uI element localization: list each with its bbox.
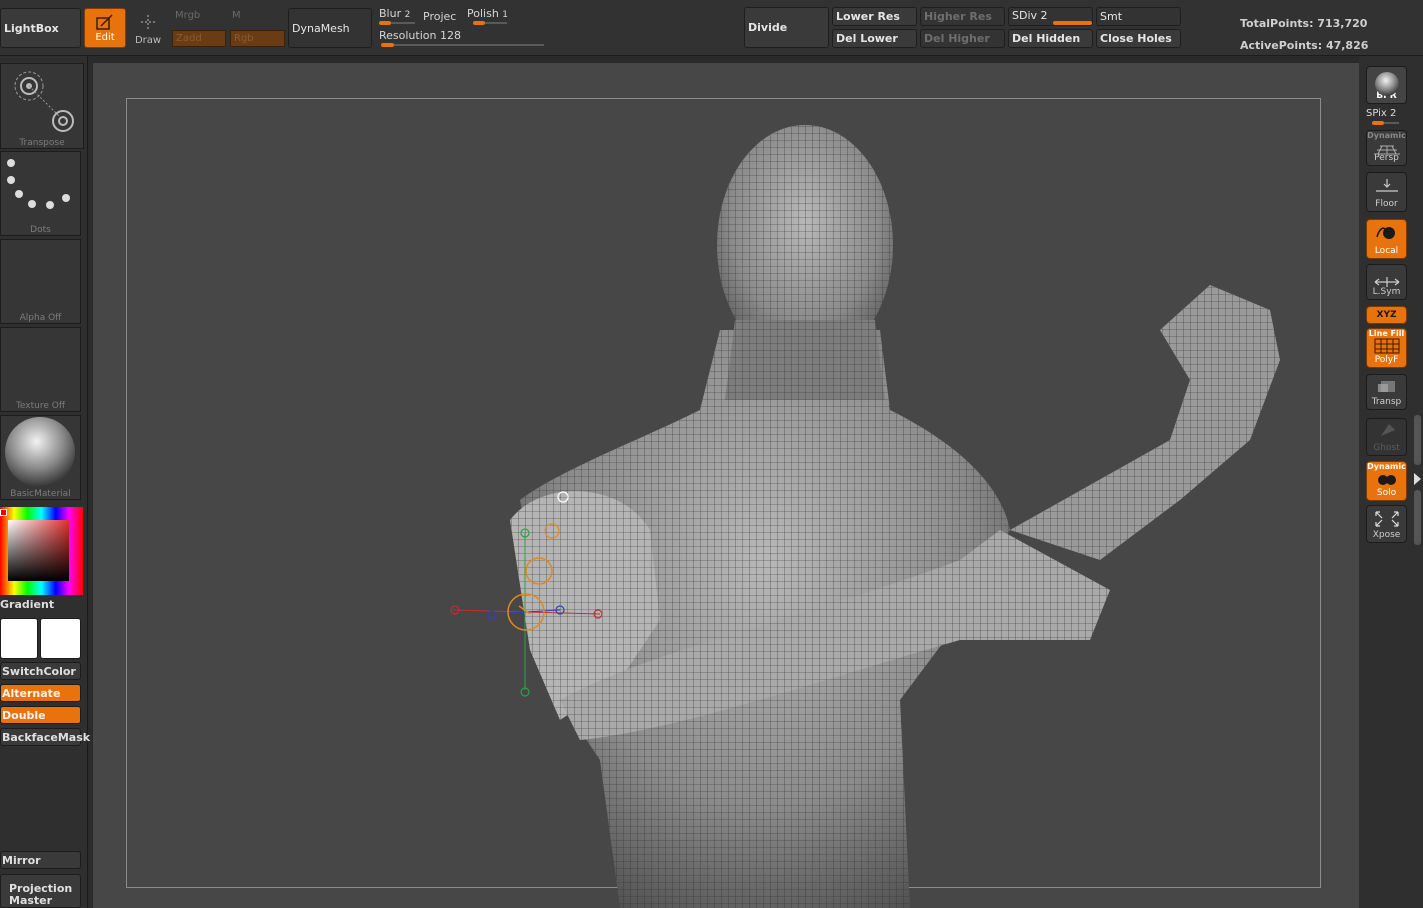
edit-label: Edit — [95, 31, 115, 43]
xyz-button[interactable]: XYZ — [1366, 306, 1407, 324]
dots-stroke-icon — [7, 159, 70, 209]
transparency-icon — [1377, 381, 1395, 392]
polyframe-grid-icon — [1374, 338, 1399, 354]
main-color-swatch[interactable] — [0, 618, 38, 659]
spix-label[interactable]: SPix 2 — [1366, 108, 1396, 119]
texture-thumbnail[interactable]: Texture Off — [0, 327, 81, 412]
divide-label: Divide — [748, 21, 788, 34]
del-lower-button[interactable]: Del Lower — [832, 29, 917, 48]
double-button[interactable]: Double — [0, 706, 81, 724]
rgb-button[interactable]: Rgb — [230, 30, 285, 47]
ghost-button[interactable]: Ghost — [1366, 418, 1407, 456]
gradient-label[interactable]: Gradient — [0, 598, 54, 611]
del-higher-button[interactable]: Del Higher — [920, 29, 1005, 48]
dots-caption: Dots — [30, 225, 51, 235]
color-picker-square[interactable] — [8, 520, 69, 581]
polish-label[interactable]: Polish 1 — [467, 7, 508, 20]
bpr-button[interactable]: BPR — [1366, 66, 1407, 104]
resolution-label[interactable]: Resolution 128 — [379, 29, 461, 42]
solo-icon — [1377, 475, 1396, 485]
floor-button[interactable]: Floor — [1366, 172, 1407, 212]
material-sphere-icon — [5, 417, 75, 487]
polish-slider[interactable] — [473, 21, 485, 25]
lightbox-label: LightBox — [4, 21, 59, 35]
spix-slider[interactable] — [1372, 121, 1384, 125]
right-scroll-handle-upper[interactable] — [1414, 415, 1421, 465]
lsym-arrows-icon — [1374, 277, 1399, 287]
solo-button[interactable]: Dynamic Solo — [1366, 461, 1407, 501]
resolution-slider[interactable] — [381, 43, 394, 47]
transpose-caption: Transpose — [19, 138, 65, 148]
edit-button[interactable]: Edit — [84, 8, 126, 48]
zadd-label: Zadd — [176, 33, 202, 44]
m-label[interactable]: M — [232, 10, 241, 21]
left-tray: Transpose Dots Alpha Off Texture Off Bas… — [0, 56, 90, 908]
higher-res-button[interactable]: Higher Res — [920, 7, 1005, 26]
active-points: ActivePoints: 47,826 — [1240, 39, 1369, 52]
alternate-button[interactable]: Alternate — [0, 684, 81, 702]
switch-color-button[interactable]: SwitchColor — [0, 662, 81, 680]
total-points: TotalPoints: 713,720 — [1240, 17, 1368, 30]
top-toolbar: LightBox Edit Draw Mrgb M Zadd Rgb DynaM… — [0, 0, 1423, 56]
xpose-arrows-icon — [1374, 511, 1399, 527]
dynamesh-button[interactable]: DynaMesh — [288, 8, 372, 48]
project-label[interactable]: Projec — [423, 10, 456, 23]
lsym-button[interactable]: L.Sym — [1366, 264, 1407, 300]
edit-icon — [96, 13, 113, 30]
document-frame — [126, 98, 1321, 888]
smt-button[interactable]: Smt — [1096, 7, 1181, 26]
lightbox-button[interactable]: LightBox — [0, 8, 81, 48]
texture-caption: Texture Off — [15, 401, 66, 411]
draw-label: Draw — [134, 35, 162, 46]
lower-res-button[interactable]: Lower Res — [832, 7, 917, 26]
perspective-grid-icon — [1373, 145, 1400, 155]
ghost-icon — [1380, 424, 1395, 436]
close-holes-button[interactable]: Close Holes — [1096, 29, 1181, 48]
blur-label[interactable]: Blur 2 — [379, 7, 410, 20]
draw-button[interactable]: Draw — [132, 12, 164, 46]
mrgb-label[interactable]: Mrgb — [175, 10, 200, 21]
local-button[interactable]: Local — [1366, 219, 1407, 259]
sdiv-slider-fill — [1053, 21, 1092, 25]
right-scroll-handle-lower[interactable] — [1414, 490, 1421, 545]
floor-icon — [1375, 179, 1398, 192]
stroke-thumbnail[interactable]: Dots — [0, 151, 81, 236]
xpose-button[interactable]: Xpose — [1366, 505, 1407, 543]
mirror-button[interactable]: Mirror — [0, 851, 81, 869]
polyf-button[interactable]: Line Fill PolyF — [1366, 328, 1407, 368]
color-picker[interactable] — [0, 507, 83, 595]
transpose-icon — [14, 71, 74, 132]
alpha-thumbnail[interactable]: Alpha Off — [0, 239, 81, 324]
blur-slider[interactable] — [379, 21, 391, 25]
material-thumbnail[interactable]: BasicMaterial — [0, 415, 81, 500]
draw-crosshair-icon — [141, 15, 155, 29]
secondary-color-swatch[interactable] — [40, 618, 81, 659]
transp-button[interactable]: Transp — [1366, 374, 1407, 410]
bpr-sphere-icon — [1374, 72, 1399, 96]
color-picker-cursor — [0, 509, 7, 516]
transpose-thumbnail[interactable]: Transpose — [0, 63, 84, 149]
del-hidden-button[interactable]: Del Hidden — [1008, 29, 1093, 48]
dynamesh-label: DynaMesh — [292, 21, 350, 35]
persp-button[interactable]: Dynamic Persp — [1366, 130, 1407, 166]
alpha-caption: Alpha Off — [19, 313, 62, 323]
rgb-label: Rgb — [234, 33, 254, 44]
projection-master-button[interactable]: Projection Master — [0, 874, 81, 908]
backface-mask-button[interactable]: BackfaceMask — [0, 728, 90, 746]
local-icon — [1375, 227, 1395, 239]
divide-button[interactable]: Divide — [744, 7, 829, 48]
material-caption: BasicMaterial — [10, 489, 71, 499]
zadd-button[interactable]: Zadd — [172, 30, 226, 47]
shelf-collapse-arrow-icon[interactable] — [1414, 473, 1421, 485]
